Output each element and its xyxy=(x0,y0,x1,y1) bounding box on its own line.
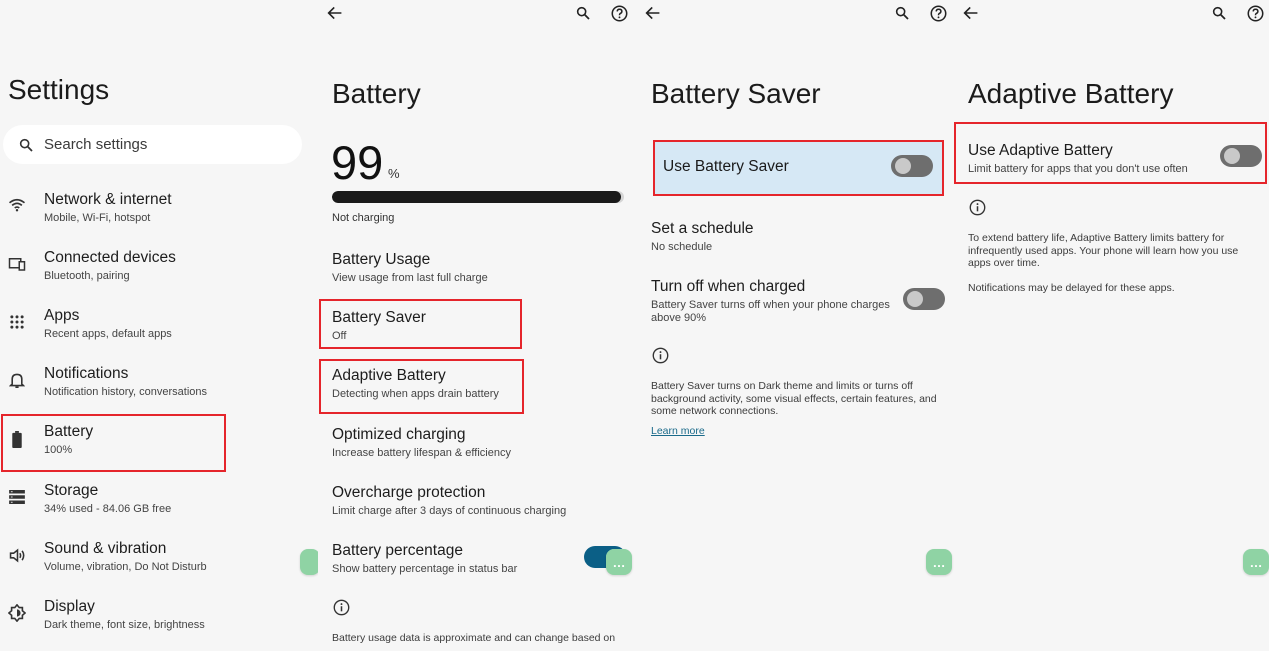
item-subtitle: Limit charge after 3 days of continuous … xyxy=(332,505,567,517)
brightness-icon xyxy=(7,603,27,623)
learn-more-link[interactable]: Learn more xyxy=(651,425,705,437)
storage-icon xyxy=(7,487,27,507)
battery-saver-panel: Battery Saver Use Battery Saver Set a sc… xyxy=(636,0,954,651)
bell-icon xyxy=(7,370,27,390)
apps-grid-icon xyxy=(7,312,27,332)
help-icon[interactable] xyxy=(930,5,948,23)
battery-level-value: 99 xyxy=(331,136,384,189)
item-title: Connected devices xyxy=(44,249,176,266)
info-line: apps over time. xyxy=(968,257,1040,269)
item-subtitle: View usage from last full charge xyxy=(332,272,488,284)
settings-panel: Settings Search settings Network & inter… xyxy=(0,0,318,651)
info-line: Notifications may be delayed for these a… xyxy=(968,281,1175,294)
page-title: Adaptive Battery xyxy=(968,78,1174,109)
turn-off-when-charged-item[interactable]: Turn off when charged Battery Saver turn… xyxy=(651,278,901,324)
search-bar[interactable]: Search settings xyxy=(3,125,302,164)
page-title: Battery Saver xyxy=(651,78,821,109)
info-icon xyxy=(967,197,987,217)
search-input[interactable]: Search settings xyxy=(44,136,147,153)
back-arrow-icon[interactable] xyxy=(645,5,663,23)
page-title: Settings xyxy=(8,74,110,105)
item-title: Set a schedule xyxy=(651,220,754,237)
battery-footnote: Battery usage data is approximate and ca… xyxy=(332,632,616,644)
info-line: infrequently used apps. Your phone will … xyxy=(968,244,1239,257)
highlight-box xyxy=(319,359,524,414)
floating-action-button[interactable]: … xyxy=(1243,549,1269,575)
page-title: Battery xyxy=(332,78,421,109)
settings-item-display[interactable]: Display Dark theme, font size, brightnes… xyxy=(0,597,310,645)
item-title: Notifications xyxy=(44,365,129,382)
floating-action-button[interactable] xyxy=(300,549,318,575)
help-icon[interactable] xyxy=(611,5,629,23)
item-title: Sound & vibration xyxy=(44,540,167,557)
floating-action-button[interactable]: … xyxy=(606,549,632,575)
info-icon xyxy=(331,597,351,617)
item-subtitle: Bluetooth, pairing xyxy=(44,270,130,282)
highlight-box xyxy=(1,414,226,472)
item-subtitle: above 90% xyxy=(651,312,707,324)
devices-icon xyxy=(7,254,27,274)
highlight-box xyxy=(319,299,522,349)
item-subtitle: Recent apps, default apps xyxy=(44,328,172,340)
settings-item-connected-devices[interactable]: Connected devices Bluetooth, pairing xyxy=(0,248,310,296)
info-line: background activity, some visual effects… xyxy=(651,392,937,405)
battery-level-unit: % xyxy=(388,166,400,181)
back-arrow-icon[interactable] xyxy=(963,5,981,23)
adaptive-battery-info: To extend battery life, Adaptive Battery… xyxy=(968,232,1266,294)
search-icon xyxy=(16,135,36,155)
set-schedule-item[interactable]: Set a schedule No schedule xyxy=(651,220,941,253)
item-title: Storage xyxy=(44,482,99,499)
battery-item-usage[interactable]: Battery Usage View usage from last full … xyxy=(332,251,622,284)
back-arrow-icon[interactable] xyxy=(327,5,345,23)
help-icon[interactable] xyxy=(1247,5,1265,23)
toggle-knob xyxy=(907,291,923,307)
battery-saver-info: Battery Saver turns on Dark theme and li… xyxy=(651,380,951,418)
item-title: Network & internet xyxy=(44,191,172,208)
item-subtitle: Battery Saver turns off when your phone … xyxy=(651,299,890,311)
item-title: Turn off when charged xyxy=(651,278,806,295)
settings-item-notifications[interactable]: Notifications Notification history, conv… xyxy=(0,364,310,412)
adaptive-battery-panel: Adaptive Battery Use Adaptive Battery Li… xyxy=(954,0,1269,651)
floating-action-button[interactable]: … xyxy=(926,549,952,575)
item-title: Battery Usage xyxy=(332,251,431,268)
item-title: Battery percentage xyxy=(332,542,463,559)
highlight-box xyxy=(954,122,1267,184)
info-line: To extend battery life, Adaptive Battery… xyxy=(968,232,1225,244)
item-subtitle: Volume, vibration, Do Not Disturb xyxy=(44,561,207,573)
item-title: Overcharge protection xyxy=(332,484,486,501)
item-subtitle: Dark theme, font size, brightness xyxy=(44,619,205,631)
battery-item-optimized-charging[interactable]: Optimized charging Increase battery life… xyxy=(332,426,622,459)
search-icon[interactable] xyxy=(575,5,593,23)
charging-status: Not charging xyxy=(332,212,395,224)
item-subtitle: Show battery percentage in status bar xyxy=(332,563,518,575)
settings-item-sound[interactable]: Sound & vibration Volume, vibration, Do … xyxy=(0,539,310,587)
item-title: Apps xyxy=(44,307,80,324)
settings-item-storage[interactable]: Storage 34% used - 84.06 GB free xyxy=(0,481,310,529)
search-icon[interactable] xyxy=(894,5,912,23)
battery-level-fill xyxy=(332,191,622,203)
wifi-icon xyxy=(7,195,27,215)
battery-panel: Battery 99 % Not charging Battery Usage … xyxy=(318,0,636,651)
settings-item-apps[interactable]: Apps Recent apps, default apps xyxy=(0,306,310,354)
settings-item-network[interactable]: Network & internet Mobile, Wi-Fi, hotspo… xyxy=(0,190,310,238)
item-subtitle: Notification history, conversations xyxy=(44,386,208,398)
turn-off-when-charged-toggle[interactable] xyxy=(903,288,945,310)
info-line: Battery Saver turns on Dark theme and li… xyxy=(651,380,913,392)
item-subtitle: Mobile, Wi-Fi, hotspot xyxy=(44,212,151,224)
info-icon xyxy=(650,345,670,365)
speaker-icon xyxy=(7,545,27,565)
highlight-box xyxy=(653,140,944,196)
battery-item-percentage[interactable]: Battery percentage Show battery percenta… xyxy=(332,542,582,575)
item-subtitle: 34% used - 84.06 GB free xyxy=(44,503,172,515)
battery-level-bar xyxy=(332,191,624,203)
item-subtitle: No schedule xyxy=(651,241,713,253)
battery-item-overcharge[interactable]: Overcharge protection Limit charge after… xyxy=(332,484,622,517)
item-title: Optimized charging xyxy=(332,426,466,443)
info-line: some network connections. xyxy=(651,405,779,417)
search-icon[interactable] xyxy=(1211,5,1229,23)
item-title: Display xyxy=(44,598,95,615)
item-subtitle: Increase battery lifespan & efficiency xyxy=(332,447,511,459)
